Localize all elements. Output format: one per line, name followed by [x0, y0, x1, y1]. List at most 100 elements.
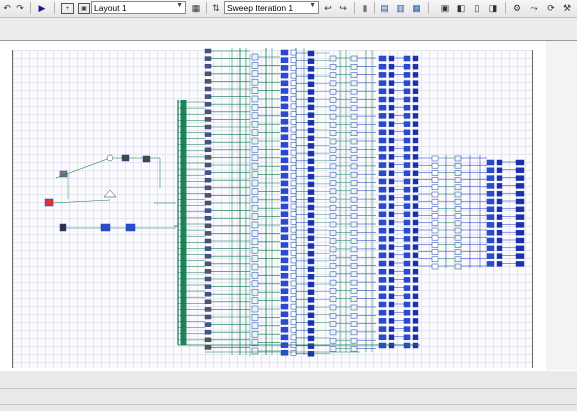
mixer-component: [350, 254, 358, 261]
visualizer-component: [378, 285, 387, 291]
mixer-component: [251, 305, 259, 313]
detector-component: [280, 49, 289, 56]
branch-component: [204, 284, 212, 289]
output-analyzer-component: [515, 175, 525, 181]
combiner-component: [431, 155, 439, 162]
output-visualizer-component: [486, 222, 495, 228]
mixer-component: [329, 263, 337, 269]
mixer-component: [251, 230, 259, 237]
visualizer-component: [378, 195, 387, 201]
optical-system-schematic: [44, 48, 525, 357]
detector-component: [280, 57, 289, 63]
analyzer-component: [307, 304, 315, 311]
mixer-component: [350, 213, 358, 219]
filter-block-component: [290, 72, 297, 79]
scope-component: [412, 129, 419, 136]
mixer-component: [454, 213, 462, 219]
scope-component: [388, 162, 395, 168]
scope-component: [388, 285, 395, 291]
filter-block-component: [290, 134, 297, 140]
filter-block-component: [290, 180, 297, 187]
analyzer-component: [307, 204, 315, 211]
analyzer-component: [307, 258, 315, 265]
mixer-component: [350, 321, 358, 327]
mixer-component: [350, 64, 358, 70]
combiner-component: [431, 206, 439, 212]
branch-component: [204, 238, 212, 244]
mixer-component: [251, 129, 259, 136]
mixer-component: [350, 88, 358, 95]
mixer-component: [350, 296, 358, 302]
scope-component: [388, 334, 395, 341]
output-analyzer-component: [515, 167, 525, 174]
visualizer-component: [403, 342, 411, 349]
output-visualizer-component: [486, 214, 495, 220]
mixer-component: [251, 322, 259, 330]
analyzer-component: [307, 112, 315, 118]
mixer-component: [329, 163, 337, 170]
combiner-component: [431, 177, 439, 183]
visualizer-component: [378, 178, 387, 185]
scope-component: [388, 145, 395, 152]
output-scope-component: [496, 190, 503, 197]
scope-component: [388, 195, 395, 201]
mixer-component: [454, 191, 462, 198]
scope-component: [412, 293, 419, 300]
visualizer-component: [378, 236, 387, 242]
visualizer-component: [403, 96, 411, 103]
analyzer-component: [307, 250, 315, 257]
mixer-component: [251, 78, 259, 86]
visualizer-component: [378, 301, 387, 308]
detector-component: [280, 65, 289, 71]
mixer-component: [454, 162, 462, 169]
scope-component: [412, 211, 419, 218]
detector-component: [280, 273, 289, 279]
scope-component: [412, 334, 419, 341]
mixer-component: [329, 80, 337, 87]
output-analyzer-component: [515, 206, 525, 213]
mixer-component: [329, 296, 337, 302]
scope-component: [412, 326, 419, 332]
analyzer-component: [307, 127, 315, 134]
status-area: [0, 371, 577, 411]
detector-component: [280, 88, 289, 94]
mixer-component: [251, 70, 259, 78]
detector-component: [280, 326, 289, 333]
mixer-component: [329, 55, 337, 62]
scope-component: [412, 145, 419, 152]
branch-component: [204, 139, 212, 145]
mixer-component: [329, 254, 337, 261]
branch-component: [204, 124, 212, 130]
mixer-component: [350, 163, 358, 170]
visualizer-component: [378, 121, 387, 127]
output-scope-component: [496, 159, 503, 166]
output-visualizer-component: [486, 167, 495, 174]
filter-block-component: [290, 149, 297, 156]
scope-component: [388, 178, 395, 185]
visualizer-component: [403, 252, 411, 259]
output-analyzer-component: [515, 198, 525, 205]
combiner-component: [431, 191, 439, 198]
mixer-component: [350, 246, 358, 253]
visualizer-component: [378, 96, 387, 103]
output-analyzer-component: [515, 253, 525, 259]
detector-component: [280, 265, 289, 271]
filter-block-component: [290, 88, 297, 94]
analyzer-component: [307, 235, 315, 242]
visualizer-component: [378, 211, 387, 218]
analyzer-component: [307, 212, 315, 218]
detector-component: [280, 149, 289, 156]
combiner-component: [431, 234, 439, 241]
analyzer-component: [307, 135, 315, 141]
detector-component: [280, 72, 289, 79]
analyzer-component: [307, 96, 315, 103]
mixer-component: [329, 196, 337, 203]
mixer-component: [350, 279, 358, 286]
analyzer-component: [307, 327, 315, 334]
output-scope-component: [496, 253, 503, 259]
filter-block-component: [290, 273, 297, 279]
mixer-component: [329, 138, 337, 145]
filter-block-component: [290, 226, 297, 233]
mixer-component: [454, 234, 462, 241]
output-visualizer-component: [486, 198, 495, 205]
